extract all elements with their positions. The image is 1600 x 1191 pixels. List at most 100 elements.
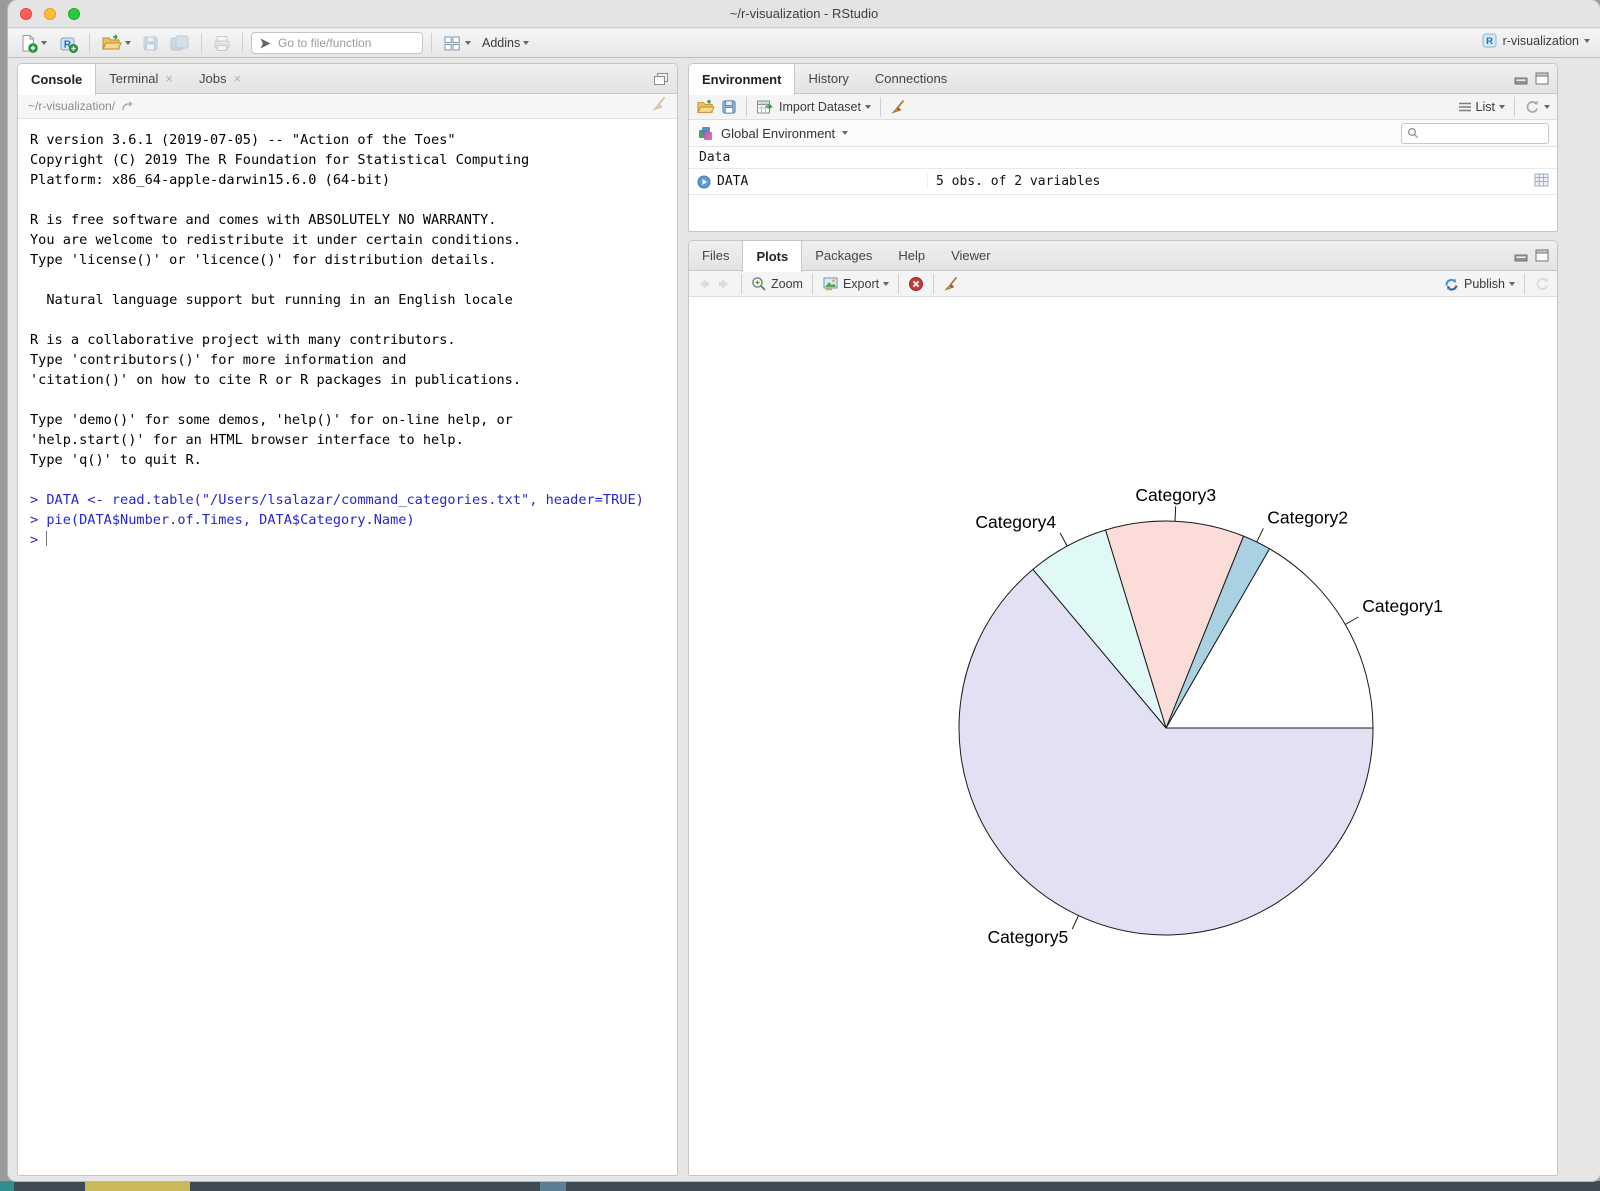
new-project-button[interactable]: R — [55, 32, 81, 55]
environment-search[interactable] — [1401, 123, 1549, 144]
pie-label-category4: Category4 — [975, 512, 1056, 532]
import-dataset-icon — [756, 99, 775, 115]
environment-toolbar: Import Dataset List — [689, 94, 1557, 120]
save-icon — [142, 35, 159, 52]
next-plot-button[interactable] — [717, 277, 732, 291]
toolbar-separator — [201, 33, 202, 53]
export-caret-icon — [883, 282, 889, 286]
console-output-line: Natural language support but running in … — [30, 290, 665, 310]
pie-label-tick — [1072, 916, 1078, 930]
publish-icon — [1443, 276, 1460, 292]
clear-environment-button[interactable] — [890, 99, 906, 114]
export-plot-button[interactable]: Export — [822, 276, 889, 291]
print-button[interactable] — [210, 33, 234, 54]
load-workspace-button[interactable] — [696, 99, 715, 115]
object-name: DATA — [717, 174, 748, 189]
desktop-background — [0, 0, 8, 1191]
toolbar-separator — [1524, 274, 1525, 294]
console-output-line: Type 'license()' or 'licence()' for dist… — [30, 250, 665, 270]
import-dataset-button[interactable]: Import Dataset — [756, 99, 871, 115]
tab-label: Help — [898, 248, 925, 263]
save-all-icon — [170, 35, 190, 52]
pie-label-tick — [1175, 506, 1176, 521]
environment-search-input[interactable] — [1423, 126, 1541, 140]
minimize-pane-icon[interactable] — [1514, 73, 1528, 85]
console-output-line: R is free software and comes with ABSOLU… — [30, 210, 665, 230]
save-button[interactable] — [139, 33, 162, 54]
close-tab-icon[interactable]: × — [165, 72, 173, 85]
tab-label: Packages — [815, 248, 872, 263]
toolbar-separator — [89, 33, 90, 53]
maximize-pane-icon[interactable] — [1535, 249, 1549, 262]
console-cursor[interactable] — [46, 531, 47, 546]
import-dataset-label: Import Dataset — [779, 100, 861, 114]
plot-display-area[interactable]: Category1Category2Category3Category4Cate… — [689, 298, 1557, 1175]
save-workspace-button[interactable] — [721, 99, 737, 115]
open-folder-icon — [696, 99, 715, 115]
console-panel: ConsoleTerminal×Jobs× ~/r-visualization/… — [17, 63, 678, 1176]
console-pathbar: ~/r-visualization/ — [18, 94, 677, 119]
zoom-label: Zoom — [771, 277, 803, 291]
maximize-pane-icon[interactable] — [1535, 72, 1549, 85]
panes-layout-button[interactable] — [440, 33, 474, 54]
tab-terminal[interactable]: Terminal × — [96, 64, 186, 93]
save-icon — [721, 99, 737, 115]
addins-button[interactable]: Addins — [479, 34, 532, 52]
tab-label: Terminal — [109, 71, 158, 86]
list-view-button[interactable]: List — [1458, 100, 1505, 114]
background-accent-blue — [540, 1181, 566, 1191]
close-tab-icon[interactable]: × — [233, 72, 241, 85]
tab-plots[interactable]: Plots — [742, 241, 802, 272]
refresh-environment-button[interactable] — [1524, 99, 1550, 114]
console-input-line: > — [30, 530, 665, 550]
pie-label-tick — [1345, 617, 1358, 625]
console-output-line: Type 'q()' to quit R. — [30, 450, 665, 470]
save-all-button[interactable] — [167, 33, 193, 54]
zoom-magnifier-icon — [751, 276, 767, 292]
refresh-plot-button[interactable] — [1534, 276, 1550, 291]
view-data-cell — [1534, 173, 1557, 191]
environment-scope-label[interactable]: Global Environment — [721, 126, 835, 141]
tab-help[interactable]: Help — [885, 241, 938, 270]
environment-object-row[interactable]: DATA5 obs. of 2 variables — [689, 169, 1557, 195]
rstudio-window: ~/r-visualization - RStudio R — [8, 0, 1600, 1181]
new-file-button[interactable] — [16, 32, 50, 55]
console-output-line: Copyright (C) 2019 The R Foundation for … — [30, 150, 665, 170]
publish-plot-button[interactable]: Publish — [1443, 276, 1515, 292]
tab-packages[interactable]: Packages — [802, 241, 885, 270]
clear-console-icon[interactable] — [651, 96, 667, 111]
console-output-line: Type 'contributors()' for more informati… — [30, 350, 665, 370]
environment-panel: Environment History Connections — [688, 63, 1558, 232]
goto-file-search[interactable] — [251, 32, 423, 54]
goto-directory-icon[interactable] — [121, 100, 135, 112]
open-file-button[interactable] — [98, 32, 134, 54]
new-document-icon — [19, 34, 38, 53]
panes-caret-icon — [465, 41, 471, 45]
tab-console[interactable]: Console — [18, 64, 96, 95]
addins-caret-icon — [523, 41, 529, 45]
tab-environment[interactable]: Environment — [689, 64, 795, 95]
project-selector[interactable]: R r-visualization — [1481, 32, 1590, 49]
tab-label: Environment — [702, 72, 781, 87]
console-output[interactable]: R version 3.6.1 (2019-07-05) -- "Action … — [18, 120, 677, 1175]
environment-scope-caret-icon — [842, 131, 848, 135]
tab-label: History — [808, 71, 848, 86]
background-window-strip — [0, 1181, 1600, 1191]
zoom-plot-button[interactable]: Zoom — [751, 276, 803, 292]
tab-files[interactable]: Files — [689, 241, 742, 270]
view-data-grid-icon[interactable] — [1534, 173, 1549, 187]
titlebar: ~/r-visualization - RStudio — [8, 0, 1600, 28]
maximize-pane-icon[interactable] — [653, 72, 669, 86]
goto-file-input[interactable] — [278, 36, 398, 50]
previous-plot-button[interactable] — [696, 277, 711, 291]
remove-plot-button[interactable] — [908, 276, 924, 292]
tab-jobs[interactable]: Jobs× — [186, 64, 254, 93]
tab-label: Files — [702, 248, 729, 263]
tab-history[interactable]: History — [795, 64, 861, 93]
project-name: r-visualization — [1503, 34, 1579, 48]
expand-object-icon[interactable] — [697, 175, 711, 189]
clear-all-plots-button[interactable] — [943, 276, 959, 291]
tab-connections[interactable]: Connections — [862, 64, 960, 93]
tab-viewer[interactable]: Viewer — [938, 241, 1004, 270]
minimize-pane-icon[interactable] — [1514, 250, 1528, 262]
